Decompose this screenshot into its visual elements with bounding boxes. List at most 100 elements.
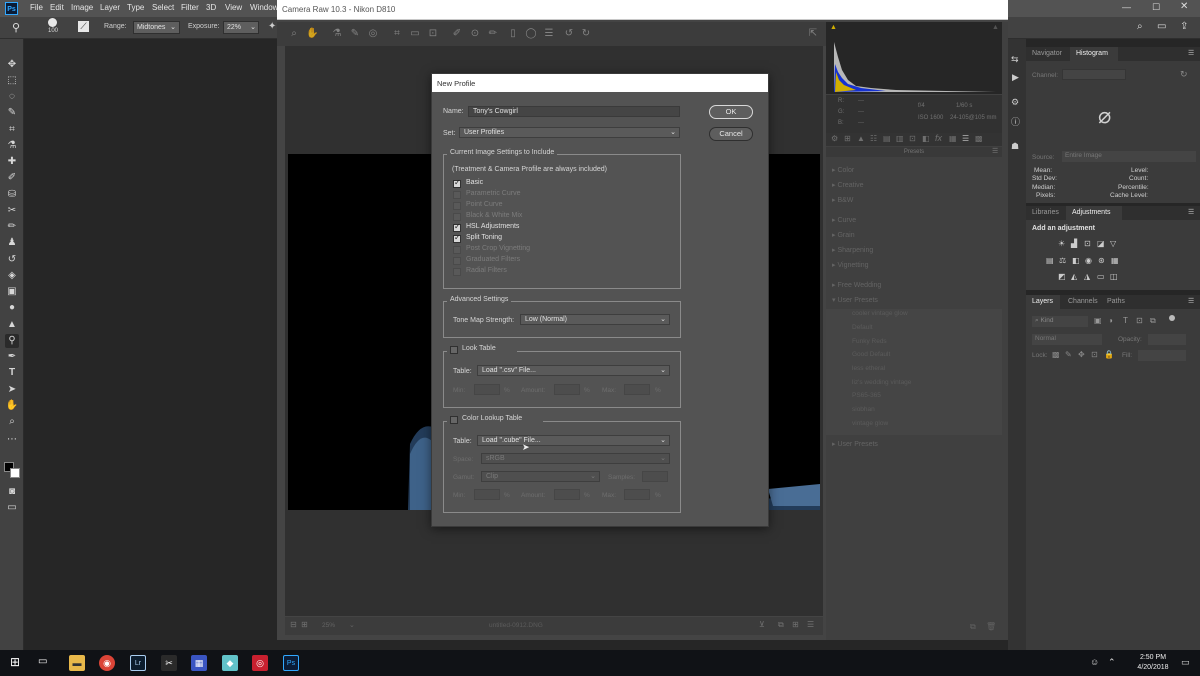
checkbox-basic-box[interactable] [453, 178, 461, 188]
sharpen-tool-icon[interactable]: ▲ [5, 318, 19, 332]
lock-artboard-icon[interactable]: ⊡ [1091, 350, 1098, 359]
menu-file[interactable]: File [30, 3, 43, 12]
photoshop-taskbar-icon[interactable]: Ps [283, 655, 299, 671]
tab-layers[interactable]: Layers [1032, 298, 1053, 305]
menu-layer[interactable]: Layer [100, 3, 120, 12]
people-icon[interactable]: ☺ [1090, 657, 1099, 667]
blur-tool-icon[interactable]: ● [5, 301, 19, 315]
tab-histogram[interactable]: Histogram [1076, 50, 1108, 57]
character-panel-icon[interactable]: ☗ [1011, 141, 1019, 152]
dodge-tool-icon[interactable]: ⚲ [12, 21, 20, 34]
set-select[interactable]: User Profiles ⌄ [459, 127, 680, 138]
photo-filter-icon[interactable]: ◉ [1085, 256, 1092, 265]
color-balance-icon[interactable]: ⚖ [1059, 256, 1066, 265]
look-table-checkbox[interactable] [450, 346, 458, 354]
range-select[interactable]: Midtones ⌄ [133, 21, 180, 34]
gradient-map-icon[interactable]: ▭ [1097, 272, 1105, 281]
tab-adjustments[interactable]: Adjustments [1072, 209, 1111, 216]
task-view-icon[interactable]: ▭ [38, 656, 47, 667]
pen-tool-icon[interactable]: ✒ [5, 350, 19, 364]
clock-date[interactable]: 4/20/2018 [1131, 664, 1175, 671]
levels-icon[interactable]: ▟ [1071, 239, 1077, 248]
filter-smart-icon[interactable]: ⧉ [1150, 316, 1156, 326]
exposure-field[interactable]: 22% ⌄ [223, 21, 259, 34]
color-lookup-icon[interactable]: ▦ [1111, 256, 1119, 265]
quick-select-tool-icon[interactable]: ✎ [5, 106, 19, 120]
lock-all-icon[interactable]: 🔒 [1104, 350, 1114, 359]
history-brush-tool-icon[interactable]: ✂ [5, 204, 19, 218]
workspace-icon[interactable]: ▭ [1157, 21, 1166, 32]
eyedropper-tool-icon[interactable]: ⚗ [5, 139, 19, 153]
filter-adjustment-icon[interactable]: ◑ [1108, 316, 1113, 325]
actions-panel-icon[interactable]: ▶ [1012, 72, 1019, 83]
red-app-icon[interactable]: ◎ [252, 655, 268, 671]
quick-mask-icon[interactable]: ◙ [5, 485, 19, 499]
move-tool-icon[interactable]: ✥ [5, 58, 19, 72]
background-color-swatch[interactable] [10, 468, 20, 478]
black-white-icon[interactable]: ◧ [1072, 256, 1080, 265]
chrome-icon[interactable]: ◉ [99, 655, 115, 671]
brush-preview-icon[interactable] [48, 18, 57, 27]
lock-transparent-icon[interactable]: ▩ [1052, 350, 1060, 359]
curves-icon[interactable]: ⊡ [1084, 239, 1091, 248]
eraser2-tool-icon[interactable]: ◈ [5, 269, 19, 283]
threshold-icon[interactable]: ◮ [1084, 272, 1090, 281]
box-app-icon[interactable]: ◆ [222, 655, 238, 671]
hue-saturation-icon[interactable]: ▤ [1046, 256, 1054, 265]
stamp-tool-icon[interactable]: ♟ [5, 236, 19, 250]
properties-panel-icon[interactable]: ⚙ [1011, 97, 1019, 108]
screen-mode-icon[interactable]: ▭ [5, 501, 19, 515]
layers-menu-icon[interactable]: ☰ [1188, 297, 1194, 305]
more-tools-icon[interactable]: ⋯ [5, 433, 19, 447]
name-field[interactable]: Tony's Cowgirl [468, 106, 680, 117]
search-icon[interactable]: ⌕ [1137, 21, 1143, 32]
grid-app-icon[interactable]: ▦ [191, 655, 207, 671]
layer-kind-filter[interactable]: ⌕ Kind [1032, 316, 1088, 327]
checkbox-split-toning[interactable]: Split Toning [453, 233, 653, 245]
hand-tool-icon[interactable]: ✋ [5, 399, 19, 413]
refresh-icon[interactable]: ↻ [1180, 69, 1188, 80]
tab-libraries[interactable]: Libraries [1032, 209, 1059, 216]
menu-filter[interactable]: Filter [181, 3, 199, 12]
lightroom-icon[interactable]: Lr [130, 655, 146, 671]
filter-toggle-icon[interactable] [1169, 315, 1175, 321]
info-panel-icon[interactable]: ⓘ [1011, 115, 1020, 128]
tab-navigator[interactable]: Navigator [1032, 50, 1062, 57]
menu-view[interactable]: View [225, 3, 242, 12]
close-icon[interactable]: ✕ [1180, 1, 1188, 12]
windows-start-icon[interactable]: ⊞ [10, 655, 20, 669]
checkbox-split-toning-box[interactable] [453, 233, 461, 243]
tray-chevron-icon[interactable]: ⌃ [1108, 657, 1116, 668]
look-table-select[interactable]: Load ".csv" File... ⌄ [477, 365, 670, 376]
color-lookup-header[interactable]: Color Lookup Table [447, 415, 543, 426]
exposure-icon[interactable]: ◪ [1097, 239, 1105, 248]
invert-icon[interactable]: ◩ [1058, 272, 1066, 281]
healing-tool-icon[interactable]: ✚ [5, 155, 19, 169]
brush-tool-icon[interactable]: ✐ [5, 171, 19, 185]
clone-stamp-tool-icon[interactable]: ⛁ [5, 188, 19, 202]
menu-select[interactable]: Select [152, 3, 174, 12]
marquee-tool-icon[interactable]: ⬚ [5, 74, 19, 88]
menu-window[interactable]: Window [250, 3, 278, 12]
brightness-icon[interactable]: ☀ [1058, 239, 1065, 248]
lasso-tool-icon[interactable]: ◌ [5, 90, 19, 104]
menu-edit[interactable]: Edit [50, 3, 64, 12]
type-tool-icon[interactable]: T [5, 366, 19, 380]
menu-image[interactable]: Image [71, 3, 93, 12]
crop-tool-icon[interactable]: ⌗ [5, 123, 19, 137]
tone-map-select[interactable]: Low (Normal) ⌄ [520, 314, 670, 325]
panel-menu-icon[interactable]: ☰ [1188, 49, 1194, 57]
filter-shape-icon[interactable]: ⊡ [1136, 316, 1143, 325]
dodge-tool-icon-active[interactable]: ⚲ [5, 334, 19, 348]
selective-color-icon[interactable]: ◫ [1110, 272, 1118, 281]
file-explorer-icon[interactable]: ▬ [69, 655, 85, 671]
look-table-header[interactable]: Look Table [447, 345, 517, 356]
history-tool-icon[interactable]: ↺ [5, 253, 19, 267]
eraser-tool-icon[interactable]: ✏ [5, 220, 19, 234]
tool-app-icon[interactable]: ✂ [161, 655, 177, 671]
share-icon[interactable]: ⇪ [1180, 21, 1188, 32]
brush-settings-icon[interactable]: ⟋ [78, 21, 89, 32]
zoom-tool-icon[interactable]: ⌕ [5, 415, 19, 429]
channel-mixer-icon[interactable]: ⊛ [1098, 256, 1105, 265]
minimize-icon[interactable]: — [1122, 2, 1131, 12]
